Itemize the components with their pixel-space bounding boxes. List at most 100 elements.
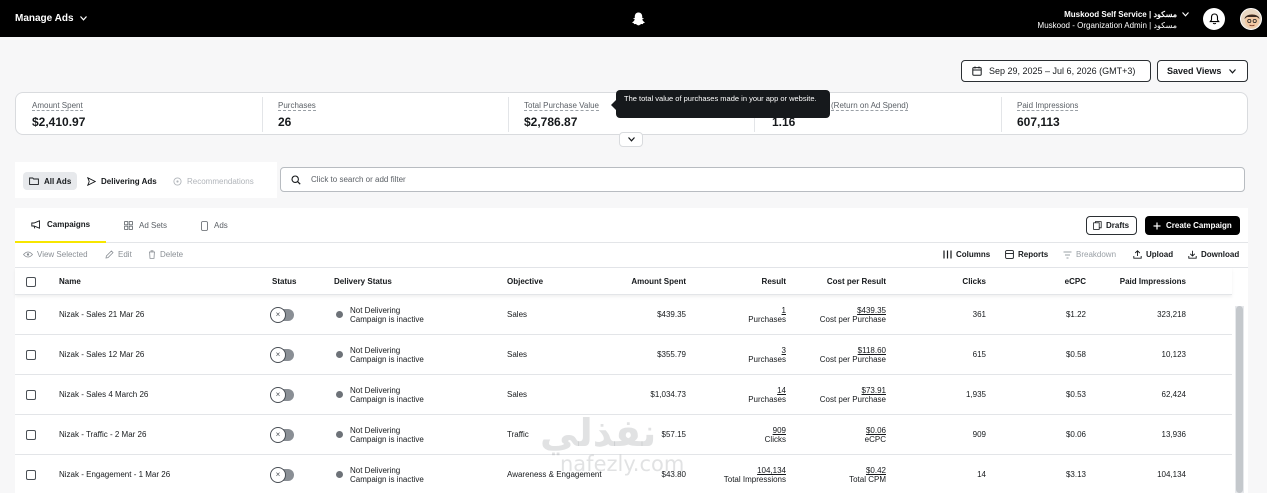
status-toggle[interactable]: × [270,467,294,483]
toggle-off-icon: × [270,387,286,403]
search-icon [291,174,301,185]
result-value-link[interactable]: 909 [686,426,786,435]
ecpc-value: $0.53 [1065,390,1086,399]
campaign-name[interactable]: Nizak - Engagement - 1 Mar 26 [59,470,170,479]
filter-delivering-ads[interactable]: Delivering Ads [81,172,163,190]
table-row[interactable]: Nizak - Sales 12 Mar 26 × Not Delivering Ca… [15,335,1232,375]
campaign-name[interactable]: Nizak - Sales 12 Mar 26 [59,350,144,359]
notifications-button[interactable] [1203,8,1225,30]
table-scrollbar-thumb[interactable] [1236,306,1243,493]
user-avatar[interactable] [1240,8,1262,30]
date-range-label: Sep 29, 2025 – Jul 6, 2026 (GMT+3) [989,66,1136,76]
download-label: Download [1201,250,1240,259]
campaign-objective: Traffic [507,430,529,439]
snapchat-ghost-icon[interactable] [631,11,646,27]
column-result[interactable]: Result [686,277,786,286]
result-value-link[interactable]: 14 [686,386,786,395]
delete-button[interactable]: Delete [148,250,183,259]
column-objective[interactable]: Objective [507,277,543,286]
column-status[interactable]: Status [272,277,296,286]
column-paid-impressions[interactable]: Paid Impressions [1086,277,1186,286]
search-input[interactable]: Click to search or add filter [280,167,1245,192]
chevron-down-icon [79,16,87,21]
paid-impressions-value: 10,123 [1161,350,1186,359]
account-switcher[interactable]: Muskood Self Service | مسكود Muskood - O… [1038,9,1177,31]
upload-button[interactable]: Upload [1133,250,1173,259]
result-value-link[interactable]: 104,134 [686,466,786,475]
manage-ads-menu[interactable]: Manage Ads [15,13,87,24]
saved-views-dropdown[interactable]: Saved Views [1157,60,1248,82]
metric-divider [1001,97,1002,132]
delivery-status: Not Delivering Campaign is inactive [350,346,424,364]
column-clicks[interactable]: Clicks [886,277,986,286]
filter-all-ads[interactable]: All Ads [23,172,78,190]
row-checkbox[interactable] [26,310,36,320]
tab-campaigns[interactable]: Campaigns [15,208,107,243]
delete-label: Delete [160,250,184,259]
table-row[interactable]: Nizak - Sales 21 Mar 26 × Not Delivering Ca… [15,295,1232,335]
column-delivery-status[interactable]: Delivery Status [334,277,392,286]
metric-amount-spent[interactable]: Amount Spent $2,410.97 [16,93,262,136]
campaign-objective: Sales [507,390,528,399]
metric-paid-impressions[interactable]: Paid Impressions 607,113 [1001,93,1247,136]
status-toggle[interactable]: × [270,307,294,323]
result-cell: 3 Purchases [686,346,786,364]
folder-icon [29,177,39,185]
row-checkbox[interactable] [26,430,36,440]
account-name: Muskood Self Service | مسكود [1064,10,1177,19]
select-all-checkbox[interactable] [26,277,36,287]
reports-button[interactable]: Reports [1005,250,1048,259]
column-amount-spent[interactable]: Amount Spent [586,277,686,286]
cost-per-result-type: eCPC [864,435,886,444]
download-button[interactable]: Download [1188,250,1239,259]
cost-per-result-link[interactable]: $73.91 [786,386,886,395]
phone-icon [201,220,208,231]
drafts-button[interactable]: Drafts [1086,216,1137,235]
campaign-name[interactable]: Nizak - Traffic - 2 Mar 26 [59,430,146,439]
delivery-status-reason: Campaign is inactive [350,315,424,324]
status-toggle[interactable]: × [270,387,294,403]
table-header: Name Status Delivery Status Objective Am… [15,268,1232,295]
columns-button[interactable]: Columns [943,250,990,259]
view-selected-button[interactable]: View Selected [23,250,88,259]
cost-per-result-link[interactable]: $0.06 [786,426,886,435]
filter-recommendations[interactable]: Recommendations [167,172,260,190]
metric-divider [508,97,509,132]
account-chevron-icon[interactable] [1182,12,1189,17]
cost-per-result-cell: $73.91 Cost per Purchase [786,386,886,404]
table-row[interactable]: Nizak - Sales 4 March 26 × Not Delivering C… [15,375,1232,415]
tab-ad-sets[interactable]: Ad Sets [124,208,167,243]
breakdown-button[interactable]: Breakdown [1063,250,1116,259]
cost-per-result-link[interactable]: $118.60 [786,346,886,355]
edit-button[interactable]: Edit [105,250,132,259]
row-checkbox[interactable] [26,390,36,400]
column-name[interactable]: Name [59,277,81,286]
cost-per-result-link[interactable]: $439.35 [786,306,886,315]
column-ecpc[interactable]: eCPC [986,277,1086,286]
row-checkbox[interactable] [26,350,36,360]
toggle-off-icon: × [270,467,286,483]
status-toggle[interactable]: × [270,427,294,443]
table-toolbar: View Selected Edit Delete Columns Report… [15,243,1248,268]
create-campaign-button[interactable]: Create Campaign [1145,216,1240,235]
campaign-objective: Sales [507,350,528,359]
delivery-status-reason: Campaign is inactive [350,395,424,404]
result-value-link[interactable]: 1 [686,306,786,315]
tab-ads[interactable]: Ads [201,208,228,243]
amount-spent-value: $1,034.73 [650,390,686,399]
toggle-off-icon: × [270,427,286,443]
result-value-link[interactable]: 3 [686,346,786,355]
row-checkbox[interactable] [26,470,36,480]
date-range-picker[interactable]: Sep 29, 2025 – Jul 6, 2026 (GMT+3) [961,60,1151,82]
tab-ads-label: Ads [214,221,228,230]
status-toggle[interactable]: × [270,347,294,363]
cost-per-result-link[interactable]: $0.42 [786,466,886,475]
metric-purchases[interactable]: Purchases 26 [262,93,508,136]
column-cost-per-result[interactable]: Cost per Result [786,277,886,286]
plus-icon [1153,222,1161,229]
campaign-name[interactable]: Nizak - Sales 4 March 26 [59,390,148,399]
campaign-name[interactable]: Nizak - Sales 21 Mar 26 [59,310,144,319]
expand-metrics-button[interactable] [619,132,643,147]
metric-value: 26 [278,115,292,129]
watermark: نفذلي nafezly.com [540,413,684,475]
